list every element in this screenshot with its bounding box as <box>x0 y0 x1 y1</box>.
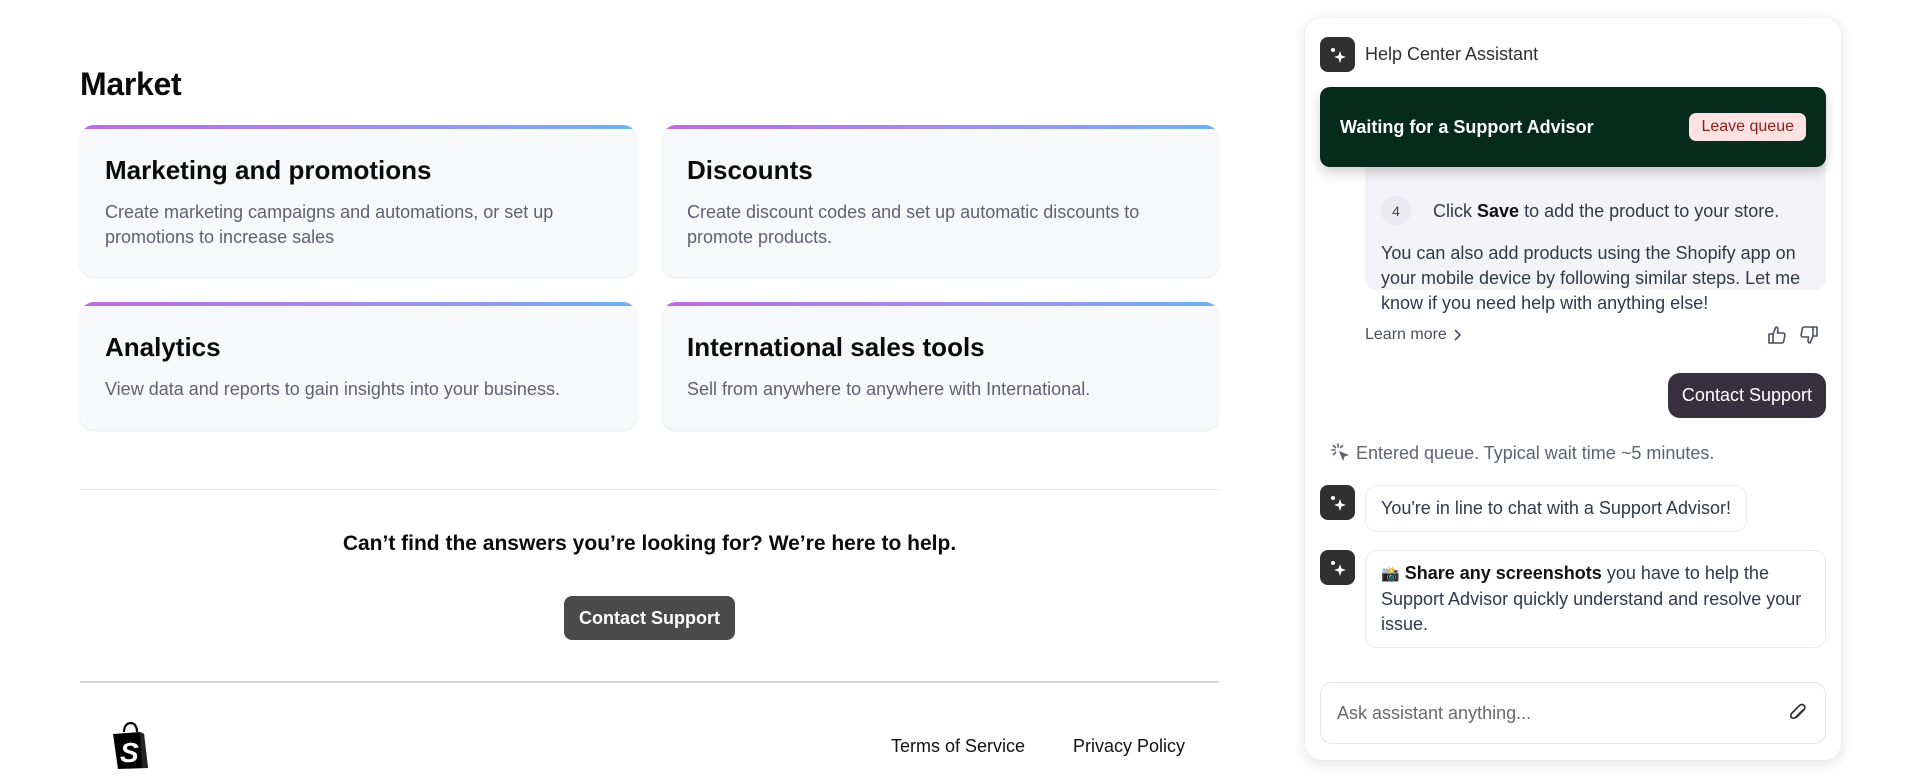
page-title: Market <box>80 66 182 102</box>
privacy-policy-link[interactable]: Privacy Policy <box>1073 736 1185 757</box>
contact-support-button[interactable]: Contact Support <box>564 596 735 640</box>
queue-status: Entered queue. Typical wait time ~5 minu… <box>1330 442 1714 464</box>
card-description: Sell from anywhere to anywhere with Inte… <box>687 379 1091 399</box>
sparkle-icon <box>1330 495 1346 511</box>
card-international-sales-tools[interactable]: International sales tools Sell from anyw… <box>662 302 1219 430</box>
card-description: Create marketing campaigns and automatio… <box>105 202 554 247</box>
card-description: Create discount codes and set up automat… <box>687 202 1140 247</box>
assistant-avatar <box>1320 550 1355 585</box>
card-title: Discounts <box>687 155 813 185</box>
card-description: View data and reports to gain insights i… <box>105 379 560 399</box>
main-content: Market Marketing and promotions Create m… <box>80 0 1219 783</box>
terms-of-service-link[interactable]: Terms of Service <box>891 736 1025 757</box>
assistant-answer-bubble: 4 Click Save to add the product to your … <box>1365 158 1826 313</box>
chat-input-container <box>1320 682 1826 744</box>
queue-banner: Waiting for a Support Advisor Leave queu… <box>1320 87 1826 167</box>
leave-queue-button[interactable]: Leave queue <box>1689 113 1806 141</box>
bot-message-text: 📸 Share any screenshots you have to help… <box>1365 550 1826 648</box>
bot-message: You're in line to chat with a Support Ad… <box>1320 485 1747 532</box>
card-analytics[interactable]: Analytics View data and reports to gain … <box>80 302 637 430</box>
shopify-bag-icon[interactable]: S <box>110 721 152 770</box>
bot-message-text: You're in line to chat with a Support Ad… <box>1365 485 1747 532</box>
feedback-buttons <box>1766 324 1820 346</box>
chevron-right-icon <box>1454 329 1461 341</box>
footer-divider <box>80 681 1219 683</box>
queue-status-text: Entered queue. Typical wait time ~5 minu… <box>1356 442 1715 463</box>
step-text: Click Save to add the product to your st… <box>1433 200 1780 221</box>
cursor-click-icon <box>1331 443 1349 461</box>
sparkle-icon <box>1330 560 1346 576</box>
card-discounts[interactable]: Discounts Create discount codes and set … <box>662 125 1219 277</box>
svg-text:S: S <box>120 737 139 768</box>
card-title: Analytics <box>105 332 221 362</box>
step-item: 4 Click Save to add the product to your … <box>1381 196 1810 226</box>
chat-input[interactable] <box>1337 702 1757 724</box>
paperclip-icon[interactable] <box>1787 702 1809 724</box>
camera-emoji-icon: 📸 <box>1381 566 1400 583</box>
bot-message: 📸 Share any screenshots you have to help… <box>1320 550 1826 648</box>
chat-title: Help Center Assistant <box>1365 44 1539 64</box>
sparkle-icon <box>1330 47 1346 63</box>
card-marketing-and-promotions[interactable]: Marketing and promotions Create marketin… <box>80 125 637 277</box>
answer-paragraph: You can also add products using the Shop… <box>1381 243 1801 313</box>
category-cards: Marketing and promotions Create marketin… <box>80 125 1219 430</box>
thumbs-down-icon[interactable] <box>1798 324 1820 346</box>
learn-more-link[interactable]: Learn more <box>1365 326 1461 344</box>
chat-panel: 4 Click Save to add the product to your … <box>1305 18 1841 760</box>
card-title: Marketing and promotions <box>105 155 432 185</box>
help-prompt: Can’t find the answers you’re looking fo… <box>342 532 957 555</box>
card-title: International sales tools <box>687 332 985 362</box>
assistant-avatar <box>1320 37 1355 72</box>
learn-more-label: Learn more <box>1365 326 1447 343</box>
answer-actions: Learn more <box>1365 324 1820 346</box>
queue-banner-text: Waiting for a Support Advisor <box>1340 116 1594 137</box>
user-message-contact-support: Contact Support <box>1667 373 1826 418</box>
step-number: 4 <box>1381 196 1411 226</box>
thumbs-up-icon[interactable] <box>1766 324 1788 346</box>
divider <box>80 489 1219 490</box>
assistant-avatar <box>1320 485 1355 520</box>
chat-header: Help Center Assistant <box>1320 37 1538 72</box>
